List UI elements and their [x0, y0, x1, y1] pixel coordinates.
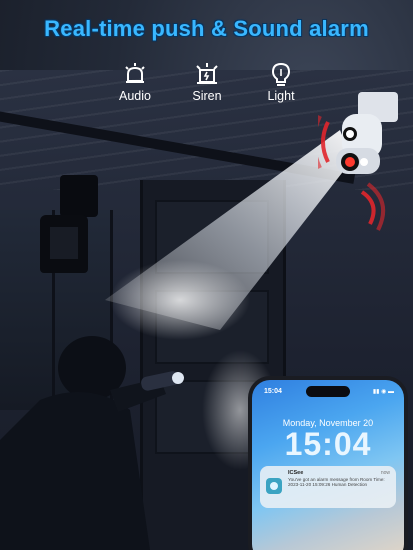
- siren-icon: [194, 62, 220, 88]
- phone-notch: [306, 386, 350, 397]
- feature-audio: Audio: [100, 62, 170, 103]
- security-camera: [312, 92, 398, 237]
- alarm-bell-icon: [122, 62, 148, 88]
- feature-siren: Siren: [172, 62, 242, 103]
- feature-label: Light: [267, 89, 295, 103]
- app-icon: [266, 478, 282, 494]
- push-notification[interactable]: ICSee now You've got an alarm message fr…: [260, 466, 396, 508]
- light-bulb-icon: [268, 62, 294, 88]
- lock-clock: 15:04: [284, 426, 372, 462]
- notification-message: You've got an alarm message from Room Ti…: [288, 477, 385, 488]
- intruder-silhouette: [0, 320, 200, 550]
- lock-screen: 15:04 ▮▮ ◉ ▬ Monday, November 20 15:04 I…: [252, 380, 404, 550]
- notification-time: now: [380, 470, 390, 476]
- feature-label: Siren: [192, 89, 222, 103]
- headline: Real-time push & Sound alarm: [44, 16, 369, 41]
- feature-light: Light: [246, 62, 316, 103]
- status-time: 15:04: [264, 388, 282, 395]
- status-icons: ▮▮ ◉ ▬: [372, 389, 394, 395]
- notification-app-name: ICSee: [288, 470, 304, 476]
- smartphone: 15:04 ▮▮ ◉ ▬ Monday, November 20 15:04 I…: [248, 376, 408, 550]
- feature-label: Audio: [119, 89, 151, 103]
- scene: Real-time push & Sound alarm Audio Siren…: [0, 0, 413, 550]
